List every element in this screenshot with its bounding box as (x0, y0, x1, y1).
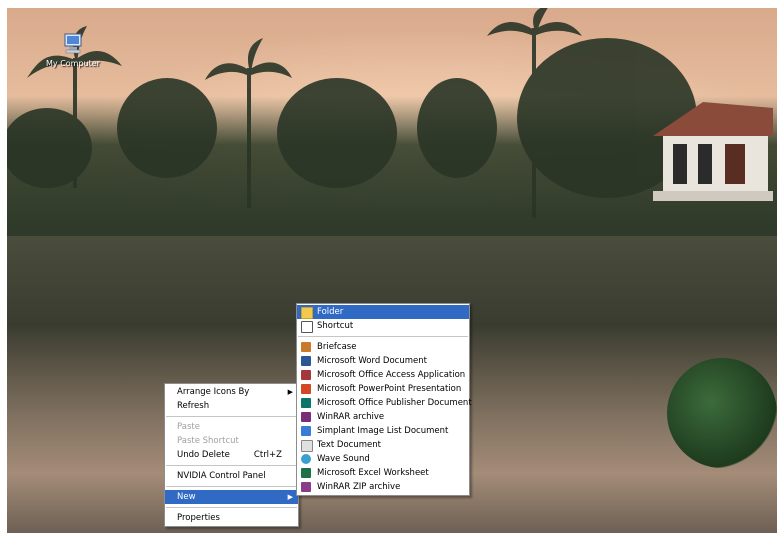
menu-item-label: Simplant Image List Document (317, 426, 449, 436)
menu-item-label: Microsoft PowerPoint Presentation (317, 384, 462, 394)
new-item-simplant-image-list[interactable]: Simplant Image List Document (297, 424, 469, 438)
menu-item-properties[interactable]: Properties (165, 511, 298, 525)
new-submenu: Folder Shortcut Briefcase Microsoft Word… (296, 303, 472, 496)
wave-sound-icon (301, 454, 311, 464)
menu-item-nvidia-control-panel[interactable]: NVIDIA Control Panel (165, 469, 298, 483)
text-document-icon (301, 440, 313, 452)
briefcase-icon (301, 342, 311, 352)
desktop-icon-label: My Computer (46, 59, 100, 68)
menu-separator (166, 507, 297, 508)
pavilion-house (653, 102, 773, 201)
menu-item-label: Folder (317, 307, 344, 317)
winrar-icon (301, 412, 311, 422)
menu-item-undo-delete[interactable]: Undo Delete Ctrl+Z (165, 448, 298, 462)
new-item-publisher-document[interactable]: Microsoft Office Publisher Document (297, 396, 472, 410)
menu-item-label: Microsoft Excel Worksheet (317, 468, 429, 478)
menu-item-label: Shortcut (317, 321, 354, 331)
menu-item-paste: Paste (165, 420, 298, 434)
menu-separator (298, 336, 468, 337)
menu-separator (166, 486, 297, 487)
menu-item-label: Paste Shortcut (177, 436, 239, 446)
menu-item-label: Paste (177, 422, 200, 432)
menu-item-label: Microsoft Office Publisher Document (317, 398, 472, 408)
powerpoint-icon (301, 384, 311, 394)
menu-item-shortcut: Ctrl+Z (253, 450, 282, 460)
new-item-shortcut[interactable]: Shortcut (297, 319, 469, 333)
excel-icon (301, 468, 311, 478)
simplant-icon (301, 426, 311, 436)
winrar-zip-icon (301, 482, 311, 492)
menu-item-refresh[interactable]: Refresh (165, 399, 298, 413)
menu-item-label: Text Document (317, 440, 381, 450)
menu-item-label: Microsoft Office Access Application (317, 370, 466, 380)
menu-separator (166, 465, 297, 466)
new-item-briefcase[interactable]: Briefcase (297, 340, 469, 354)
new-item-text-document[interactable]: Text Document (297, 438, 469, 452)
menu-item-label: Arrange Icons By (177, 387, 250, 397)
word-icon (301, 356, 311, 366)
menu-item-label: WinRAR archive (317, 412, 385, 422)
new-item-word-document[interactable]: Microsoft Word Document (297, 354, 469, 368)
menu-item-label: NVIDIA Control Panel (177, 471, 266, 481)
submenu-arrow-icon: ▶ (287, 493, 293, 501)
publisher-icon (301, 398, 311, 408)
new-item-wave-sound[interactable]: Wave Sound (297, 452, 469, 466)
new-item-access-application[interactable]: Microsoft Office Access Application (297, 368, 469, 382)
menu-item-label: Wave Sound (317, 454, 370, 464)
new-item-winrar-zip-archive[interactable]: WinRAR ZIP archive (297, 480, 469, 494)
menu-separator (166, 416, 297, 417)
new-item-excel-worksheet[interactable]: Microsoft Excel Worksheet (297, 466, 469, 480)
menu-item-label: WinRAR ZIP archive (317, 482, 401, 492)
new-item-powerpoint-presentation[interactable]: Microsoft PowerPoint Presentation (297, 382, 469, 396)
submenu-arrow-icon: ▶ (287, 388, 293, 396)
desktop-icon-my-computer[interactable]: My Computer (43, 32, 103, 68)
menu-item-label: Undo Delete (177, 450, 230, 460)
menu-item-label: Briefcase (317, 342, 357, 352)
shortcut-icon (301, 321, 313, 333)
menu-item-arrange-icons-by[interactable]: Arrange Icons By ▶ (165, 385, 298, 399)
menu-item-label: Refresh (177, 401, 210, 411)
access-icon (301, 370, 311, 380)
menu-item-paste-shortcut: Paste Shortcut (165, 434, 298, 448)
foreground-bush (667, 358, 777, 468)
my-computer-icon (64, 33, 82, 54)
folder-icon (301, 307, 313, 319)
new-item-winrar-archive[interactable]: WinRAR archive (297, 410, 469, 424)
menu-item-label: Microsoft Word Document (317, 356, 427, 366)
desktop-context-menu: Arrange Icons By ▶ Refresh Paste Paste S… (164, 383, 299, 527)
new-item-folder[interactable]: Folder (297, 305, 469, 319)
menu-item-label: New (177, 492, 196, 502)
menu-item-label: Properties (177, 513, 220, 523)
menu-item-new[interactable]: New ▶ (165, 490, 298, 504)
